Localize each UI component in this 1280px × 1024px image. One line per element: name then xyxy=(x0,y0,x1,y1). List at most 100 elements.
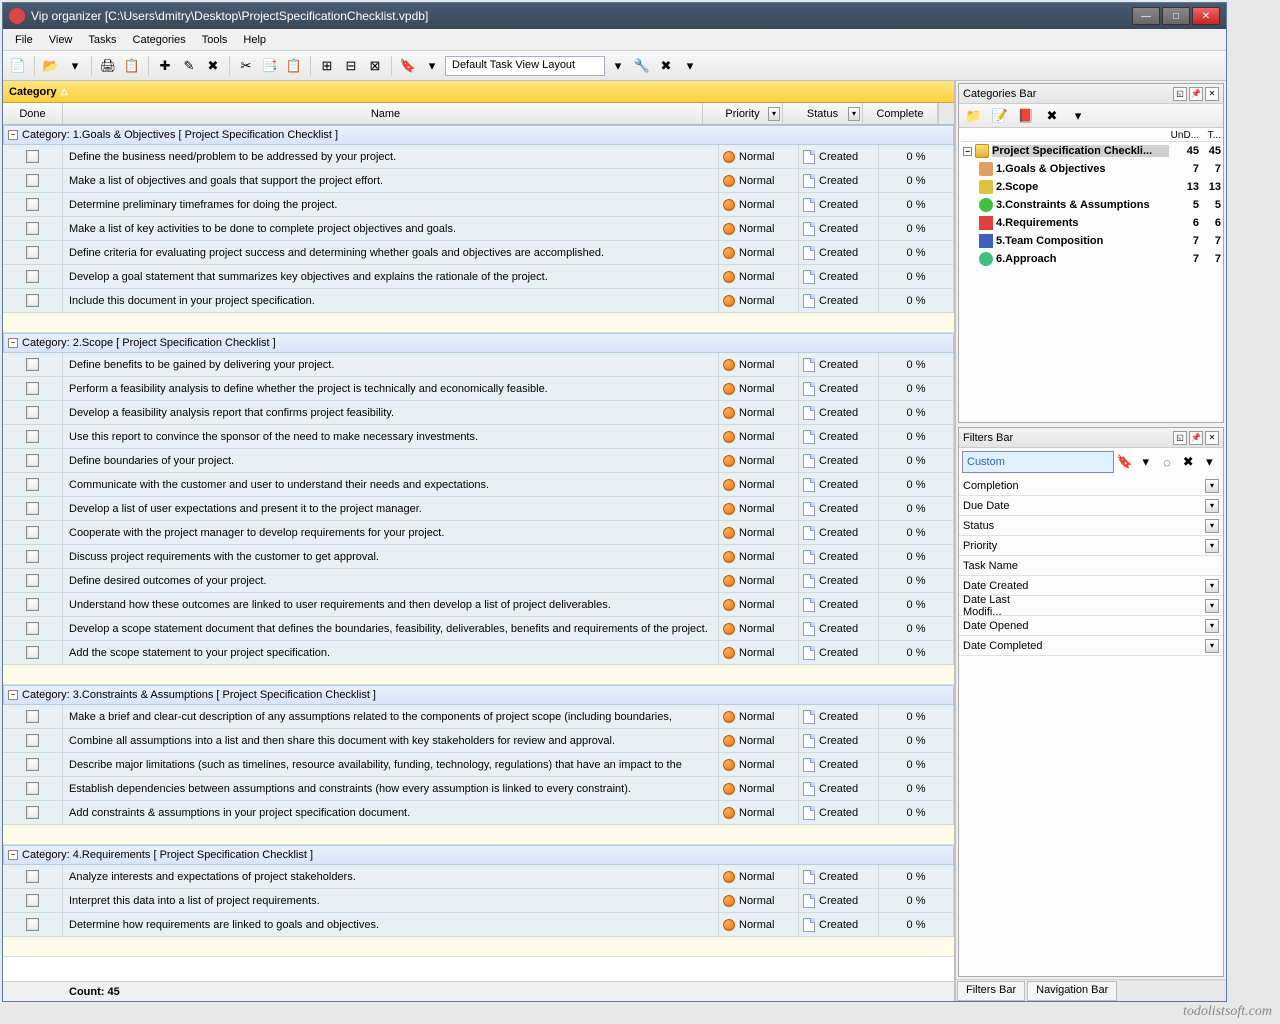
done-checkbox[interactable] xyxy=(26,454,39,467)
tool-dd-icon[interactable]: ▾ xyxy=(64,55,86,77)
tree-node[interactable]: 3.Constraints & Assumptions55 xyxy=(961,196,1221,214)
filter-dd2-icon[interactable]: ▾ xyxy=(1199,451,1220,473)
done-checkbox[interactable] xyxy=(26,294,39,307)
tool-cat2-icon[interactable]: ⊟ xyxy=(340,55,362,77)
group-bar[interactable]: Category △ xyxy=(3,81,954,103)
expand-icon[interactable]: − xyxy=(8,130,18,140)
dropdown-icon[interactable]: ▾ xyxy=(1205,639,1219,653)
task-row[interactable]: Develop a scope statement document that … xyxy=(3,617,954,641)
tool-preview-icon[interactable]: 📋 xyxy=(121,55,143,77)
task-row[interactable]: Add the scope statement to your project … xyxy=(3,641,954,665)
dropdown-icon[interactable]: ▾ xyxy=(1205,499,1219,513)
done-checkbox[interactable] xyxy=(26,430,39,443)
tool-newtask-icon[interactable]: ✚ xyxy=(154,55,176,77)
done-checkbox[interactable] xyxy=(26,622,39,635)
done-checkbox[interactable] xyxy=(26,382,39,395)
task-row[interactable]: Describe major limitations (such as time… xyxy=(3,753,954,777)
expand-icon[interactable]: − xyxy=(8,338,18,348)
done-checkbox[interactable] xyxy=(26,782,39,795)
collapse-icon[interactable]: − xyxy=(963,147,972,156)
tool-print-icon[interactable]: 🖨 xyxy=(97,55,119,77)
tool-edit-icon[interactable]: ✎ xyxy=(178,55,200,77)
tree-root[interactable]: −Project Specification Checkli...4545 xyxy=(961,142,1221,160)
tree-node[interactable]: 1.Goals & Objectives77 xyxy=(961,160,1221,178)
tool-clear-icon[interactable]: ✖ xyxy=(655,55,677,77)
task-row[interactable]: Interpret this data into a list of proje… xyxy=(3,889,954,913)
task-row[interactable]: Add constraints & assumptions in your pr… xyxy=(3,801,954,825)
category-row[interactable]: −Category: 2.Scope [ Project Specificati… xyxy=(3,333,954,353)
close-button[interactable]: ✕ xyxy=(1192,7,1220,25)
dropdown-icon[interactable]: ▾ xyxy=(1205,479,1219,493)
filter-name-input[interactable] xyxy=(962,451,1114,473)
filter-row[interactable]: Priority▾ xyxy=(959,536,1223,556)
col-done[interactable]: Done xyxy=(3,103,63,124)
tool-wrench-icon[interactable]: 🔧 xyxy=(631,55,653,77)
category-row[interactable]: −Category: 1.Goals & Objectives [ Projec… xyxy=(3,125,954,145)
done-checkbox[interactable] xyxy=(26,526,39,539)
col-complete[interactable]: Complete xyxy=(863,103,938,124)
tree-node[interactable]: 5.Team Composition77 xyxy=(961,232,1221,250)
done-checkbox[interactable] xyxy=(26,894,39,907)
filter-row[interactable]: Date Last Modifi...▾ xyxy=(959,596,1223,616)
category-row[interactable]: −Category: 4.Requirements [ Project Spec… xyxy=(3,845,954,865)
col-name[interactable]: Name xyxy=(63,103,703,124)
task-row[interactable]: Define boundaries of your project.Normal… xyxy=(3,449,954,473)
tree-node[interactable]: 2.Scope1313 xyxy=(961,178,1221,196)
tool-new-icon[interactable]: 📄 xyxy=(7,55,29,77)
tab-filters-bar[interactable]: Filters Bar xyxy=(957,981,1025,1001)
done-checkbox[interactable] xyxy=(26,246,39,259)
view-layout-select[interactable]: Default Task View Layout xyxy=(445,56,605,76)
tool-catdel-icon[interactable]: ⊠ xyxy=(364,55,386,77)
done-checkbox[interactable] xyxy=(26,806,39,819)
done-checkbox[interactable] xyxy=(26,198,39,211)
done-checkbox[interactable] xyxy=(26,406,39,419)
task-row[interactable]: Discuss project requirements with the cu… xyxy=(3,545,954,569)
filter-x-icon[interactable]: ✖ xyxy=(1178,451,1199,473)
grid-body[interactable]: −Category: 1.Goals & Objectives [ Projec… xyxy=(3,125,954,981)
tool-delete-icon[interactable]: ✖ xyxy=(202,55,224,77)
cat-edit-icon[interactable]: 📝 xyxy=(989,105,1011,127)
expand-icon[interactable]: − xyxy=(8,850,18,860)
done-checkbox[interactable] xyxy=(26,598,39,611)
filter-erase-icon[interactable]: ◌ xyxy=(1156,451,1177,473)
task-row[interactable]: Analyze interests and expectations of pr… xyxy=(3,865,954,889)
done-checkbox[interactable] xyxy=(26,574,39,587)
done-checkbox[interactable] xyxy=(26,870,39,883)
filter-row[interactable]: Due Date▾ xyxy=(959,496,1223,516)
expand-icon[interactable]: − xyxy=(8,690,18,700)
tool-open-icon[interactable]: 📂 xyxy=(40,55,62,77)
done-checkbox[interactable] xyxy=(26,270,39,283)
done-checkbox[interactable] xyxy=(26,646,39,659)
panel-pin2-icon[interactable]: 📌 xyxy=(1189,431,1203,445)
menu-help[interactable]: Help xyxy=(235,32,274,48)
task-row[interactable]: Define benefits to be gained by deliveri… xyxy=(3,353,954,377)
task-row[interactable]: Develop a feasibility analysis report th… xyxy=(3,401,954,425)
task-row[interactable]: Determine preliminary timeframes for doi… xyxy=(3,193,954,217)
filter-dd-icon[interactable]: ▾ xyxy=(1135,451,1156,473)
dropdown-icon[interactable]: ▾ xyxy=(1205,579,1219,593)
done-checkbox[interactable] xyxy=(26,502,39,515)
done-checkbox[interactable] xyxy=(26,478,39,491)
done-checkbox[interactable] xyxy=(26,734,39,747)
done-checkbox[interactable] xyxy=(26,358,39,371)
tool-cut-icon[interactable]: ✂ xyxy=(235,55,257,77)
panel-restore2-icon[interactable]: ◱ xyxy=(1173,431,1187,445)
dropdown-icon[interactable]: ▾ xyxy=(1205,599,1219,613)
tool-copy-icon[interactable]: 📑 xyxy=(259,55,281,77)
filter-row[interactable]: Task Name xyxy=(959,556,1223,576)
task-row[interactable]: Define the business need/problem to be a… xyxy=(3,145,954,169)
task-row[interactable]: Make a brief and clear-cut description o… xyxy=(3,705,954,729)
done-checkbox[interactable] xyxy=(26,710,39,723)
task-row[interactable]: Define criteria for evaluating project s… xyxy=(3,241,954,265)
filter-row[interactable]: Completion▾ xyxy=(959,476,1223,496)
cat-del-icon[interactable]: 📕 xyxy=(1015,105,1037,127)
col-status[interactable]: Status▾ xyxy=(783,103,863,124)
category-row[interactable]: −Category: 3.Constraints & Assumptions [… xyxy=(3,685,954,705)
tool-filterdd-icon[interactable]: ▾ xyxy=(421,55,443,77)
maximize-button[interactable]: □ xyxy=(1162,7,1190,25)
panel-restore-icon[interactable]: ◱ xyxy=(1173,87,1187,101)
task-row[interactable]: Make a list of objectives and goals that… xyxy=(3,169,954,193)
task-row[interactable]: Perform a feasibility analysis to define… xyxy=(3,377,954,401)
task-row[interactable]: Develop a list of user expectations and … xyxy=(3,497,954,521)
task-row[interactable]: Develop a goal statement that summarizes… xyxy=(3,265,954,289)
